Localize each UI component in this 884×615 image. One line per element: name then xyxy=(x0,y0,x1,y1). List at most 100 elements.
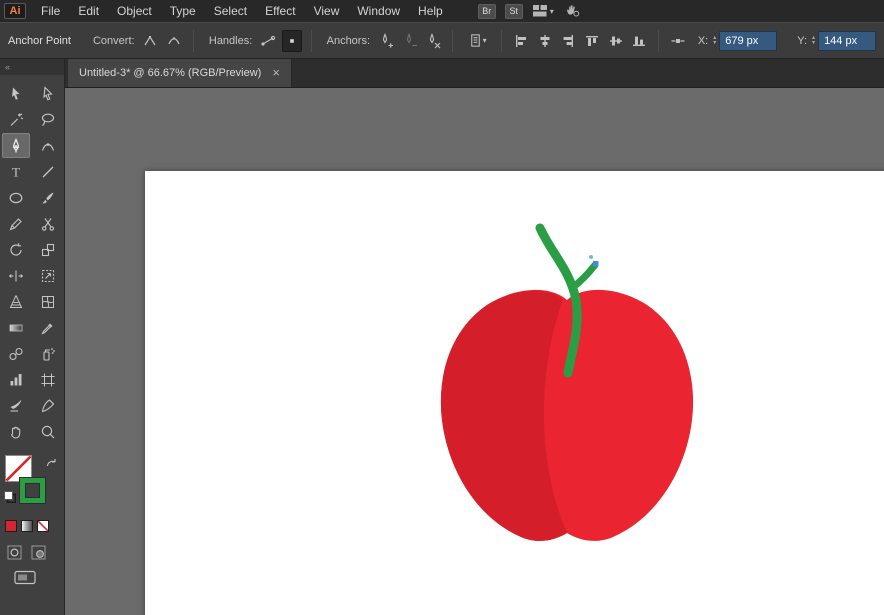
column-graph-tool[interactable] xyxy=(2,367,30,392)
symbol-sprayer-tool[interactable] xyxy=(34,341,62,366)
tab-close-icon[interactable]: × xyxy=(272,65,280,80)
handles-label: Handles: xyxy=(208,34,253,47)
pencil-tool[interactable] xyxy=(2,211,30,236)
align-bottom-icon[interactable] xyxy=(630,30,650,52)
rotate-tool[interactable] xyxy=(2,237,30,262)
screen-mode-button[interactable] xyxy=(14,570,36,590)
separator xyxy=(501,29,503,52)
tools-panel-header: « xyxy=(0,58,64,75)
draw-normal-icon[interactable] xyxy=(7,545,22,560)
line-segment-tool[interactable] xyxy=(34,159,62,184)
document-tab-bar: Untitled-3* @ 66.67% (RGB/Preview) × xyxy=(65,58,884,88)
menu-type[interactable]: Type xyxy=(161,0,205,22)
hand-tool[interactable] xyxy=(2,419,30,444)
menu-help[interactable]: Help xyxy=(409,0,452,22)
gradient-swatch[interactable] xyxy=(21,520,33,532)
bridge-badge[interactable]: Br xyxy=(477,3,496,19)
artboard-tool[interactable] xyxy=(34,367,62,392)
menu-window[interactable]: Window xyxy=(348,0,409,22)
remove-anchor-button[interactable] xyxy=(400,30,420,52)
ellipse-tool[interactable] xyxy=(2,185,30,210)
eyedropper-tool[interactable] xyxy=(34,315,62,340)
mesh-tool[interactable] xyxy=(34,289,62,314)
swap-fill-stroke-icon[interactable] xyxy=(45,457,58,470)
separator xyxy=(192,29,194,52)
slice-tool[interactable] xyxy=(2,393,30,418)
chevron-down-icon: ▾ xyxy=(482,36,487,45)
menu-object[interactable]: Object xyxy=(108,0,161,22)
align-center-horizontal-icon[interactable] xyxy=(535,30,555,52)
chevron-down-icon: ▾ xyxy=(549,6,554,16)
cut-path-button[interactable] xyxy=(423,30,443,52)
x-stepper[interactable]: ▴ ▾ xyxy=(713,35,716,46)
document-setup-button[interactable]: ▾ xyxy=(462,30,492,52)
direct-selection-tool[interactable] xyxy=(34,81,62,106)
y-stepper[interactable]: ▴ ▾ xyxy=(812,35,815,46)
app-logo-icon: Ai xyxy=(4,3,26,19)
default-fill-stroke-icon[interactable] xyxy=(4,491,16,503)
tools-grid: T xyxy=(0,75,64,444)
align-left-icon[interactable] xyxy=(511,30,531,52)
y-input[interactable]: 144 px xyxy=(818,30,877,51)
convert-to-corner-button[interactable] xyxy=(141,30,161,52)
reference-point-icon[interactable] xyxy=(668,30,688,52)
lasso-tool[interactable] xyxy=(34,107,62,132)
x-label: X: xyxy=(697,34,709,47)
y-label: Y: xyxy=(797,34,808,47)
hide-handles-button[interactable] xyxy=(281,29,302,52)
menu-bar: Ai File Edit Object Type Select Effect V… xyxy=(0,0,884,22)
context-label: Anchor Point xyxy=(8,34,71,47)
separator xyxy=(310,29,312,52)
tools-panel: « T xyxy=(0,58,65,615)
menu-select[interactable]: Select xyxy=(205,0,256,22)
pen-tool[interactable] xyxy=(2,133,30,158)
draw-mode-buttons xyxy=(7,545,46,560)
paintbrush-tool[interactable] xyxy=(34,185,62,210)
menu-edit[interactable]: Edit xyxy=(69,0,108,22)
workspace-switcher[interactable]: ▾ xyxy=(532,4,554,18)
scale-tool[interactable] xyxy=(34,237,62,262)
gradient-tool[interactable] xyxy=(2,315,30,340)
document-tab[interactable]: Untitled-3* @ 66.67% (RGB/Preview) × xyxy=(68,58,292,87)
stroke-color-swatch[interactable] xyxy=(19,477,46,504)
align-top-icon[interactable] xyxy=(582,30,602,52)
width-tool[interactable] xyxy=(2,263,30,288)
none-swatch[interactable] xyxy=(37,520,49,532)
zoom-tool[interactable] xyxy=(34,419,62,444)
anchors-label: Anchors: xyxy=(326,34,371,47)
convert-to-smooth-button[interactable] xyxy=(164,30,184,52)
y-coordinate-group: Y: ▴ ▾ 144 px xyxy=(791,30,877,51)
x-input[interactable]: 679 px xyxy=(719,30,778,51)
convert-label: Convert: xyxy=(92,34,135,47)
menu-effect[interactable]: Effect xyxy=(256,0,304,22)
free-transform-tool[interactable] xyxy=(34,263,62,288)
draw-behind-icon[interactable] xyxy=(31,545,46,560)
blend-tool[interactable] xyxy=(2,341,30,366)
add-anchor-button[interactable] xyxy=(376,30,396,52)
knife-tool[interactable] xyxy=(34,393,62,418)
color-mode-swatches xyxy=(5,520,49,532)
menu-view[interactable]: View xyxy=(305,0,349,22)
collapse-panel-icon[interactable]: « xyxy=(5,62,10,72)
align-center-vertical-icon[interactable] xyxy=(606,30,626,52)
share-icon[interactable] xyxy=(563,1,580,22)
show-handles-button[interactable] xyxy=(258,30,278,52)
workspace-layout-icon xyxy=(532,5,547,17)
artboard[interactable] xyxy=(145,171,884,615)
menu-file[interactable]: File xyxy=(32,0,69,22)
type-tool[interactable]: T xyxy=(2,159,30,184)
scissors-tool[interactable] xyxy=(34,211,62,236)
illustrator-window: Ai File Edit Object Type Select Effect V… xyxy=(0,0,884,615)
color-swatch[interactable] xyxy=(5,520,17,532)
stock-badge[interactable]: St xyxy=(504,3,523,19)
curvature-tool[interactable] xyxy=(34,133,62,158)
control-bar: Anchor Point Convert: Handles: Anchors: xyxy=(0,22,884,59)
document-tab-title: Untitled-3* @ 66.67% (RGB/Preview) xyxy=(79,66,262,79)
selection-tool[interactable] xyxy=(2,81,30,106)
separator xyxy=(658,29,660,52)
perspective-grid-tool[interactable] xyxy=(2,289,30,314)
magic-wand-tool[interactable] xyxy=(2,107,30,132)
align-right-icon[interactable] xyxy=(559,30,579,52)
canvas-area[interactable] xyxy=(65,88,884,615)
change-screen-mode-icon xyxy=(14,570,36,585)
